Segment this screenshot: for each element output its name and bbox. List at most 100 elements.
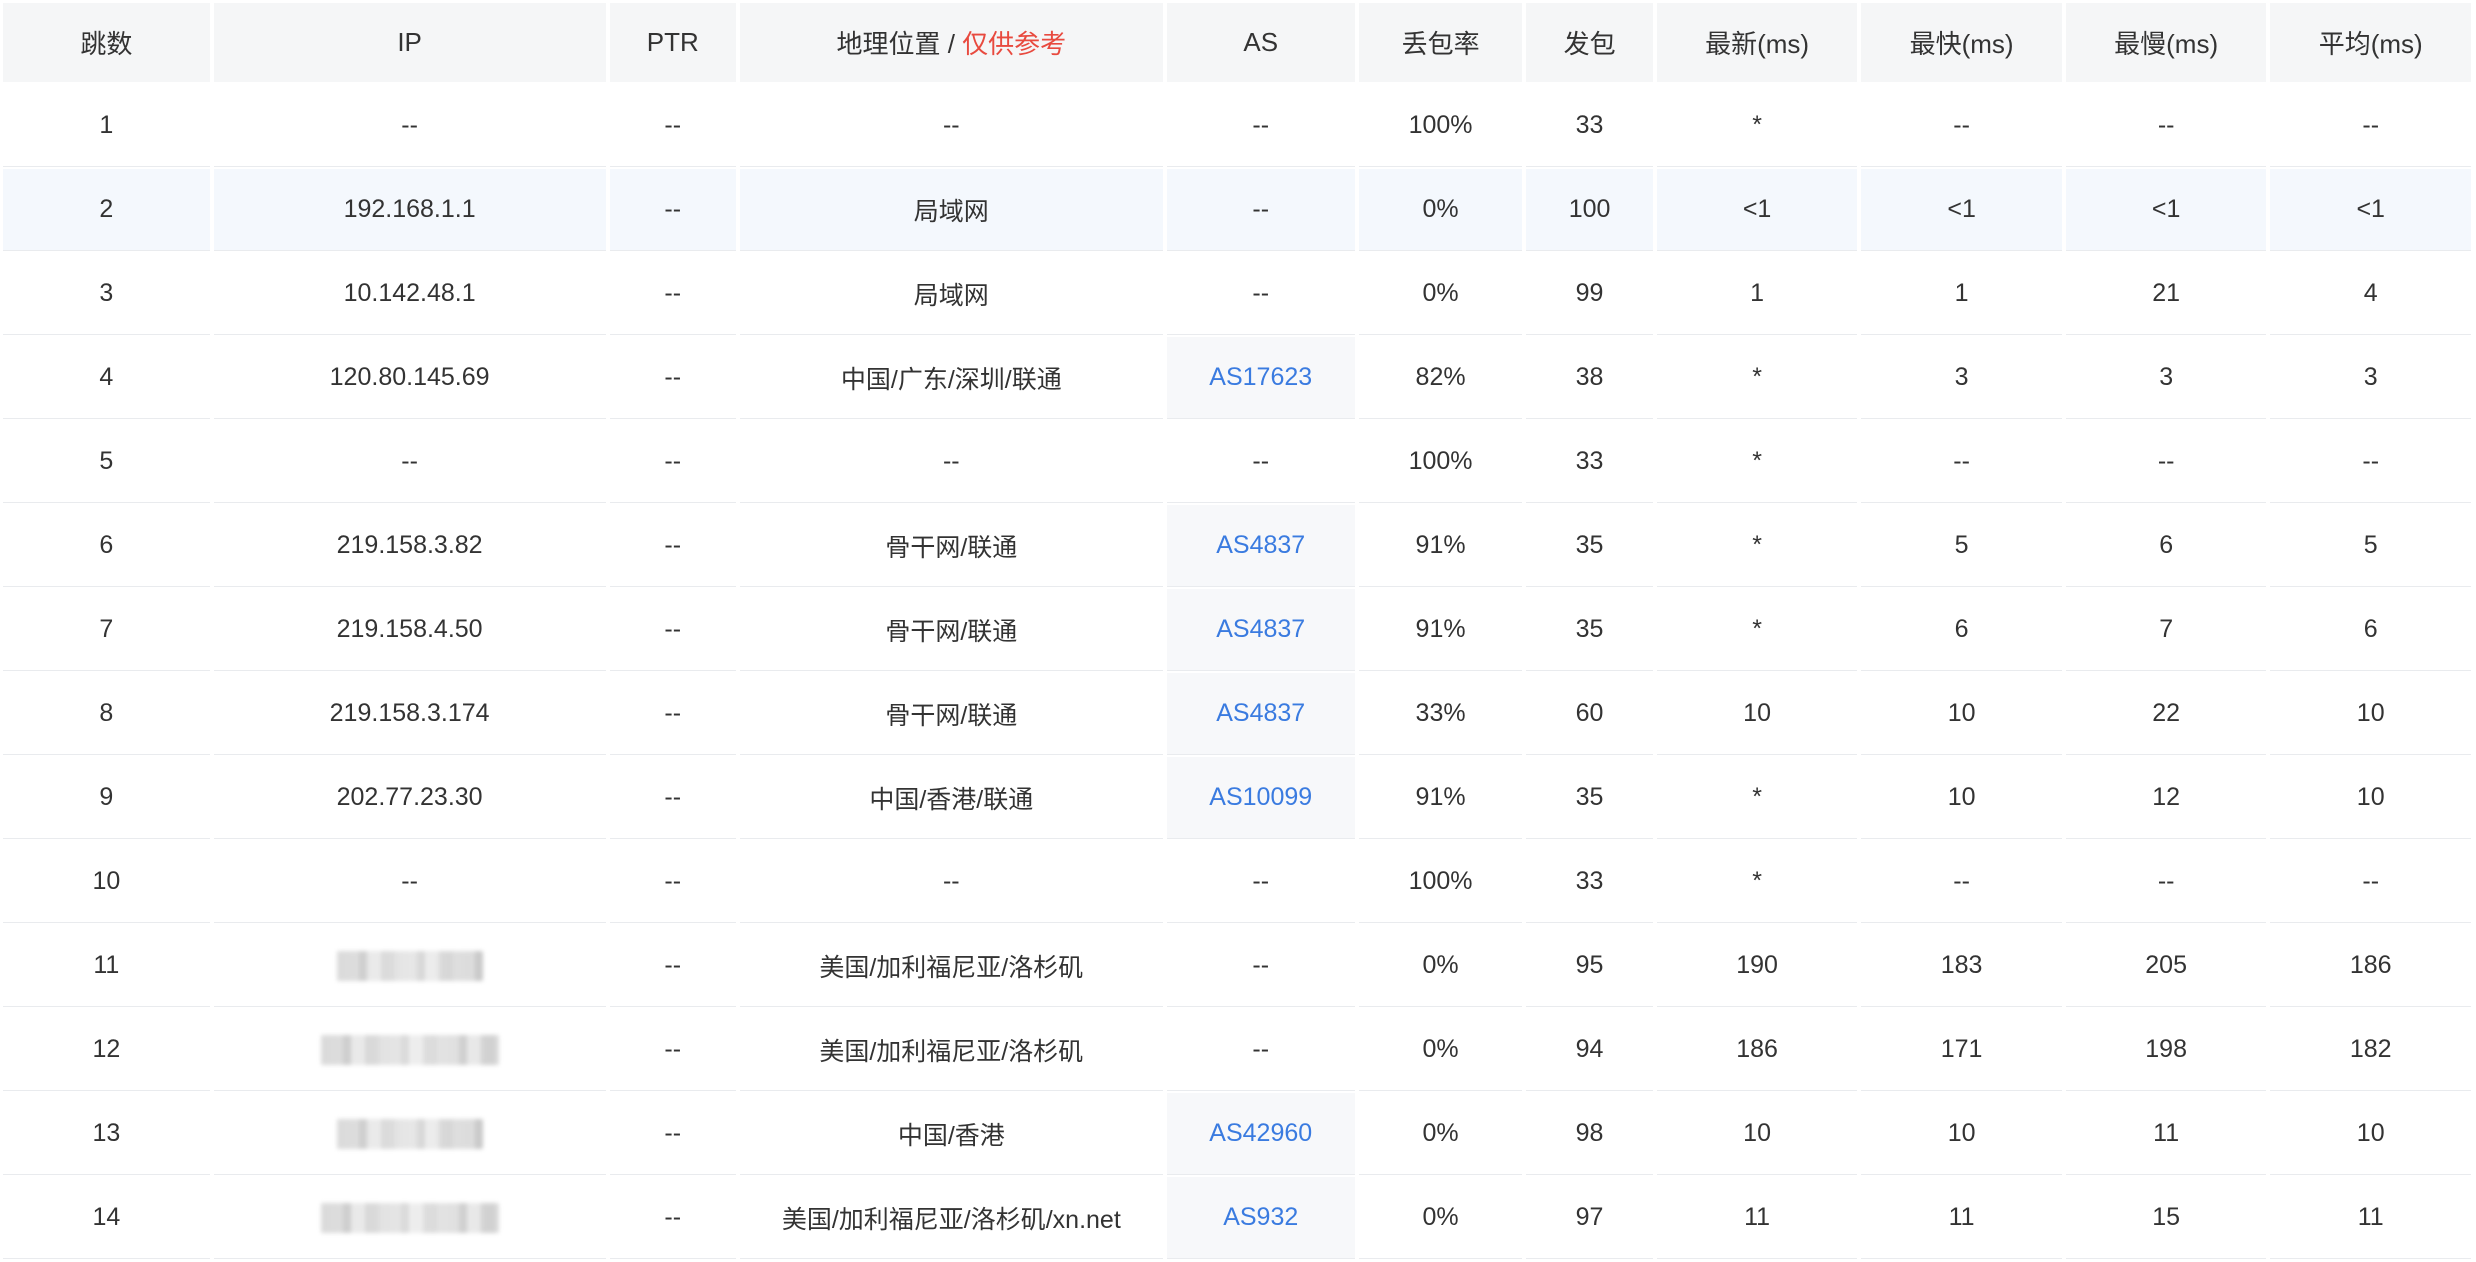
table-row: 6 219.158.3.82 -- 骨干网/联通 AS4837 91% 35 * 5 6 5 [3, 505, 2471, 586]
cell-ip [213, 1177, 606, 1258]
as-link[interactable]: AS4837 [1216, 615, 1305, 643]
cell-avg: 186 [2270, 925, 2471, 1006]
cell-ptr: -- [609, 673, 736, 754]
cell-ip: 219.158.4.50 [213, 589, 606, 670]
cell-avg: 10 [2270, 757, 2471, 838]
cell-hop: 7 [3, 589, 210, 670]
cell-hop: 6 [3, 505, 210, 586]
cell-worst: 7 [2065, 589, 2267, 670]
cell-geo: -- [739, 421, 1163, 502]
header-row: 跳数 IP PTR 地理位置 / 仅供参考 AS 丢包率 发包 最新(ms) 最… [3, 3, 2471, 82]
cell-ip: 192.168.1.1 [213, 169, 606, 250]
col-header-loss: 丢包率 [1358, 3, 1523, 82]
cell-avg: 10 [2270, 1093, 2471, 1174]
table-row: 4 120.80.145.69 -- 中国/广东/深圳/联通 AS17623 82% 38 *… [3, 337, 2471, 418]
table-row: 7 219.158.4.50 -- 骨干网/联通 AS4837 91% 35 * 6 7 6 [3, 589, 2471, 670]
cell-sent: 60 [1526, 673, 1653, 754]
as-link[interactable]: AS17623 [1209, 363, 1312, 391]
cell-loss: 91% [1358, 505, 1523, 586]
cell-geo: 局域网 [739, 169, 1163, 250]
cell-best: -- [1861, 421, 2062, 502]
cell-worst: 198 [2065, 1009, 2267, 1090]
cell-loss: 33% [1358, 673, 1523, 754]
as-link[interactable]: AS10099 [1209, 783, 1312, 811]
cell-worst: -- [2065, 421, 2267, 502]
cell-loss: 0% [1358, 1009, 1523, 1090]
cell-geo: 中国/广东/深圳/联通 [739, 337, 1163, 418]
cell-ptr: -- [609, 589, 736, 670]
redacted-ip-blur [336, 1118, 483, 1149]
cell-last: * [1656, 85, 1858, 166]
cell-loss: 0% [1358, 253, 1523, 334]
cell-avg: 6 [2270, 589, 2471, 670]
cell-sent: 97 [1526, 1177, 1653, 1258]
cell-worst: -- [2065, 85, 2267, 166]
cell-as: AS932 [1166, 1177, 1355, 1258]
cell-best: <1 [1861, 169, 2062, 250]
cell-ptr: -- [609, 1177, 736, 1258]
cell-loss: 100% [1358, 85, 1523, 166]
cell-worst: 205 [2065, 925, 2267, 1006]
cell-hop: 14 [3, 1177, 210, 1258]
table-row: 10 -- -- -- -- 100% 33 * -- -- -- [3, 841, 2471, 922]
table-body: 1 -- -- -- -- 100% 33 * -- -- -- 2 192.168.1.1 -- 局域网 -… [3, 85, 2471, 1258]
cell-geo: 骨干网/联通 [739, 673, 1163, 754]
cell-sent: 38 [1526, 337, 1653, 418]
cell-as: AS4837 [1166, 505, 1355, 586]
cell-hop: 10 [3, 841, 210, 922]
table-row: 2 192.168.1.1 -- 局域网 -- 0% 100 <1 <1 <1 <1 [3, 169, 2471, 250]
as-link[interactable]: AS932 [1223, 1203, 1298, 1231]
cell-avg: -- [2270, 421, 2471, 502]
cell-hop: 13 [3, 1093, 210, 1174]
cell-as: AS42960 [1166, 1093, 1355, 1174]
cell-as: AS4837 [1166, 673, 1355, 754]
cell-as: -- [1166, 85, 1355, 166]
cell-ptr: -- [609, 253, 736, 334]
cell-loss: 91% [1358, 589, 1523, 670]
cell-avg: 5 [2270, 505, 2471, 586]
cell-best: 3 [1861, 337, 2062, 418]
cell-avg: 3 [2270, 337, 2471, 418]
cell-worst: 11 [2065, 1093, 2267, 1174]
cell-ptr: -- [609, 1093, 736, 1174]
cell-avg: 10 [2270, 673, 2471, 754]
cell-geo: 中国/香港 [739, 1093, 1163, 1174]
cell-sent: 35 [1526, 589, 1653, 670]
cell-as: -- [1166, 169, 1355, 250]
col-header-ptr: PTR [609, 3, 736, 82]
cell-best: 1 [1861, 253, 2062, 334]
cell-ptr: -- [609, 169, 736, 250]
cell-best: 183 [1861, 925, 2062, 1006]
cell-last: * [1656, 337, 1858, 418]
table-row: 1 -- -- -- -- 100% 33 * -- -- -- [3, 85, 2471, 166]
cell-best: 10 [1861, 1093, 2062, 1174]
cell-avg: <1 [2270, 169, 2471, 250]
table-row: 9 202.77.23.30 -- 中国/香港/联通 AS10099 91% 35 * 10 12… [3, 757, 2471, 838]
cell-worst: 22 [2065, 673, 2267, 754]
table-row: 5 -- -- -- -- 100% 33 * -- -- -- [3, 421, 2471, 502]
cell-last: <1 [1656, 169, 1858, 250]
cell-sent: 33 [1526, 85, 1653, 166]
cell-worst: 3 [2065, 337, 2267, 418]
cell-loss: 100% [1358, 421, 1523, 502]
cell-hop: 9 [3, 757, 210, 838]
cell-ip [213, 1009, 606, 1090]
cell-worst: <1 [2065, 169, 2267, 250]
col-header-avg: 平均(ms) [2270, 3, 2471, 82]
col-header-hop: 跳数 [3, 3, 210, 82]
as-link[interactable]: AS4837 [1216, 531, 1305, 559]
cell-worst: 6 [2065, 505, 2267, 586]
cell-loss: 100% [1358, 841, 1523, 922]
cell-ptr: -- [609, 1009, 736, 1090]
table-row: 3 10.142.48.1 -- 局域网 -- 0% 99 1 1 21 4 [3, 253, 2471, 334]
as-link[interactable]: AS42960 [1209, 1119, 1312, 1147]
cell-sent: 35 [1526, 505, 1653, 586]
cell-loss: 91% [1358, 757, 1523, 838]
cell-hop: 8 [3, 673, 210, 754]
cell-last: 10 [1656, 673, 1858, 754]
cell-best: 171 [1861, 1009, 2062, 1090]
cell-best: -- [1861, 841, 2062, 922]
cell-loss: 0% [1358, 925, 1523, 1006]
as-link[interactable]: AS4837 [1216, 699, 1305, 727]
cell-best: 10 [1861, 757, 2062, 838]
